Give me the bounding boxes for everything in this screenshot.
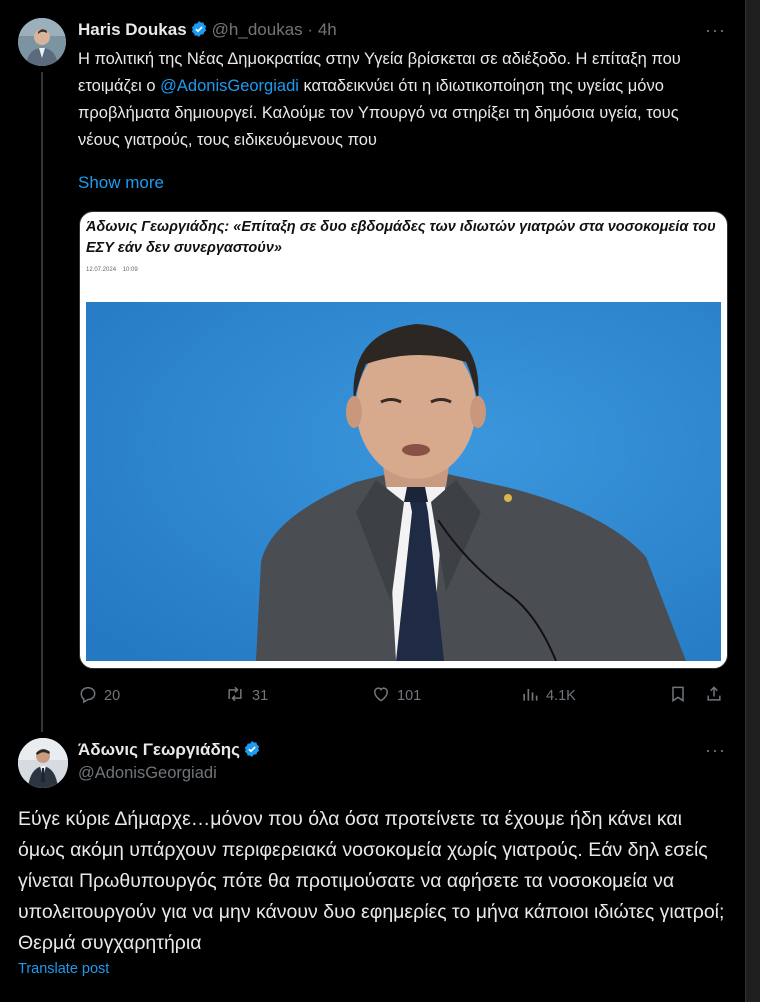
reply-icon xyxy=(78,684,104,708)
repost-count: 31 xyxy=(252,688,269,704)
mention-link[interactable]: @AdonisGeorgiadi xyxy=(160,77,299,95)
card-photo xyxy=(86,302,721,661)
card-date: 12.07.2024 10:09 xyxy=(86,267,138,273)
tweet-text: Εύγε κύριε Δήμαρχε…μόνον που όλα όσα προ… xyxy=(18,808,725,954)
tweet-header: Άδωνις Γεωργιάδης xyxy=(78,740,265,763)
author-name[interactable]: Haris Doukas xyxy=(78,20,187,39)
more-options-button[interactable]: ··· xyxy=(705,20,726,41)
verified-badge-icon xyxy=(190,20,208,43)
bookmark-button[interactable] xyxy=(668,684,694,708)
card-time-value: 10:09 xyxy=(122,267,138,273)
avatar[interactable] xyxy=(18,18,66,66)
heart-icon xyxy=(371,684,397,708)
author-handle[interactable]: @AdonisGeorgiadi xyxy=(78,764,217,783)
show-more-link[interactable]: Show more xyxy=(78,173,164,193)
share-icon xyxy=(704,684,730,708)
views-button[interactable]: 4.1K xyxy=(520,684,576,708)
repost-icon xyxy=(224,684,252,708)
bookmark-icon xyxy=(668,684,694,708)
share-button[interactable] xyxy=(704,684,730,708)
tweet-text: Η πολιτική της Νέας Δημοκρατίας στην Υγε… xyxy=(78,46,718,154)
views-count: 4.1K xyxy=(546,688,576,704)
like-count: 101 xyxy=(397,688,422,704)
repost-button[interactable]: 31 xyxy=(224,684,268,708)
tweet-header: Haris Doukas @h_doukas · 4h xyxy=(78,20,337,43)
like-button[interactable]: 101 xyxy=(371,684,421,708)
tweet-actions: 20 31 101 4.1K xyxy=(78,684,728,708)
card-headline: Άδωνις Γεωργιάδης: «Επίταξη σε δυο εβδομ… xyxy=(86,219,716,256)
media-card[interactable]: Άδωνις Γεωργιάδης: «Επίταξη σε δυο εβδομ… xyxy=(79,211,728,669)
reply-count: 20 xyxy=(104,688,121,704)
card-date-value: 12.07.2024 xyxy=(86,267,117,273)
reply-button[interactable]: 20 xyxy=(78,684,120,708)
views-icon xyxy=(520,684,546,708)
avatar[interactable] xyxy=(18,738,68,788)
separator-dot: · xyxy=(307,20,314,39)
more-options-button[interactable]: ··· xyxy=(705,740,726,761)
translate-post-link[interactable]: Translate post xyxy=(18,961,109,977)
scrollbar[interactable] xyxy=(746,0,760,1002)
author-handle[interactable]: @h_doukas xyxy=(212,20,303,39)
verified-badge-icon xyxy=(243,740,261,763)
timestamp[interactable]: 4h xyxy=(318,20,337,39)
thread-connector-line xyxy=(41,72,43,732)
author-name[interactable]: Άδωνις Γεωργιάδης xyxy=(78,740,240,759)
